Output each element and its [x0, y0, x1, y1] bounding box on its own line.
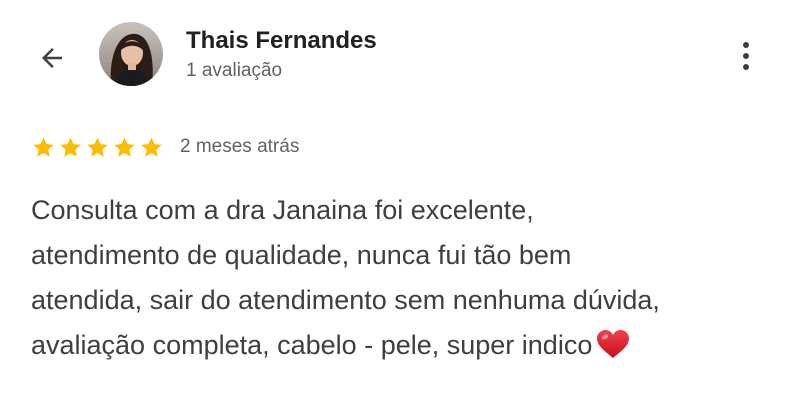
more-options-button[interactable]	[726, 36, 766, 76]
review-date: 2 meses atrás	[180, 136, 300, 157]
rating-row: 2 meses atrás	[31, 132, 299, 162]
heart-icon	[597, 330, 630, 358]
star-icon	[33, 137, 54, 157]
star-icon	[60, 137, 81, 157]
star-rating	[31, 135, 164, 160]
star-icon	[141, 137, 162, 157]
review-text-line-last: avaliação completa, cabelo - pele, super…	[31, 323, 781, 368]
more-vertical-icon	[743, 42, 749, 48]
review-text-line: Consulta com a dra Janaina foi excelente…	[31, 195, 534, 225]
arrow-left-icon	[42, 48, 62, 68]
review-header: Thais Fernandes 1 avaliação	[0, 0, 800, 100]
avatar[interactable]	[99, 22, 163, 86]
star-icon	[114, 137, 135, 157]
more-vertical-icon-dot	[743, 53, 749, 59]
profile-photo	[99, 22, 163, 86]
more-vertical-icon-dot	[743, 64, 749, 70]
review-text-line: atendida, sair do atendimento sem nenhum…	[31, 285, 660, 315]
back-button[interactable]	[30, 36, 74, 80]
author-review-count: 1 avaliação	[186, 60, 283, 81]
review-text: Consulta com a dra Janaina foi excelente…	[31, 188, 781, 368]
review-text-line: atendimento de qualidade, nunca fui tão …	[31, 240, 572, 270]
review-text-line: avaliação completa, cabelo - pele, super…	[31, 330, 593, 360]
star-icon	[87, 137, 108, 157]
author-name[interactable]: Thais Fernandes	[186, 27, 377, 55]
